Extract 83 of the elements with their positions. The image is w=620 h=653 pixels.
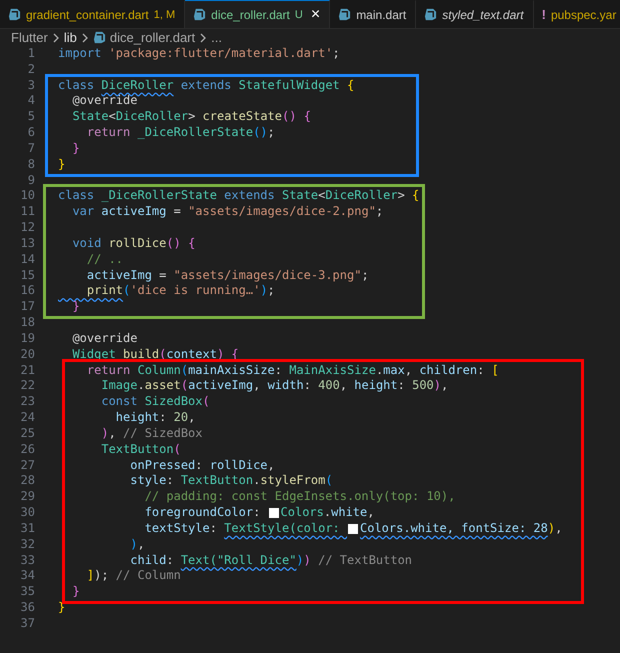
line-number: 3 [26, 78, 35, 94]
code-line: return _DiceRollerState(); [86, 125, 275, 141]
breadcrumb-item[interactable]: dice_roller.dart [110, 30, 196, 45]
line-number: 37 [20, 616, 35, 632]
code-line: onPressed: rollDice, [129, 458, 275, 474]
line-number: 32 [20, 536, 35, 552]
code-line: } [71, 584, 80, 600]
code-line: void rollDice() { [71, 236, 196, 252]
code-line: var activeImg = "assets/images/dice-2.png"; [71, 204, 384, 220]
code-line: } [71, 299, 80, 316]
line-number: 28 [20, 473, 35, 490]
line-number: 19 [20, 330, 35, 347]
code-line: Image.asset(activeImg, width: 400, height: 500), [100, 378, 448, 394]
code-line: const SizedBox( [100, 394, 210, 410]
code-line: return Column(mainAxisSize: MainAxisSize.max, children: [ [86, 362, 499, 378]
code-line: foregroundColor: Colors.white, [144, 505, 374, 521]
dart-file-icon [338, 8, 352, 21]
code-line: } [58, 156, 66, 173]
chevron-icon [199, 32, 208, 42]
breadcrumb-item[interactable]: Flutter [11, 30, 48, 45]
code-line: ]); // Column [86, 568, 181, 584]
code-line: @override [71, 330, 138, 347]
line-number: 22 [20, 378, 35, 394]
line-number: 17 [20, 299, 35, 316]
line-number: 2 [26, 62, 35, 78]
close-icon[interactable]: × [310, 6, 320, 24]
line-number: 1 [26, 46, 35, 62]
code-line: // .. [86, 252, 124, 268]
line-number: 27 [20, 458, 35, 474]
code-line: ), // SizedBox [100, 426, 203, 442]
code-line: activeImg = "assets/images/dice-3.png"; [86, 268, 369, 284]
line-number: 6 [26, 125, 35, 141]
code-line: @override [71, 93, 138, 110]
dart-file-icon [424, 8, 438, 21]
code-line: class _DiceRollerState extends State<DiceRoller> { [58, 188, 420, 204]
code-line: child: Text("Roll Dice")) // TextButton [129, 552, 412, 568]
line-number: 33 [20, 552, 35, 568]
line-number: 5 [26, 109, 35, 126]
line-number: 16 [20, 283, 35, 300]
dart-file-icon [8, 8, 21, 21]
dart-file-icon [92, 31, 106, 44]
line-number: 23 [20, 394, 35, 410]
code-line: } [71, 140, 80, 157]
code-line: textStyle: TextStyle(color: Colors.white, fontSize: 28), [144, 520, 562, 537]
code-line: print('dice is running…'); [86, 283, 275, 300]
line-number: 9 [26, 172, 35, 188]
line-number: 11 [20, 204, 35, 220]
chevron-icon [80, 32, 89, 42]
dart-file-icon [193, 8, 206, 21]
line-number: 21 [20, 362, 35, 378]
line-number: 13 [20, 236, 35, 252]
line-number: 35 [20, 584, 35, 600]
line-number: 20 [20, 346, 35, 363]
code-line: State<DiceRoller> createState() { [71, 109, 311, 126]
code-line: height: 20, [114, 410, 196, 426]
code-line: // padding: const EdgeInsets.only(top: 10), [144, 489, 456, 506]
line-number: 7 [26, 140, 35, 157]
code-line: class DiceRoller extends StatefulWidget { [58, 78, 354, 94]
line-number: 15 [20, 268, 35, 284]
line-number: 29 [20, 489, 35, 506]
line-number: 24 [20, 410, 35, 426]
code-line: style: TextButton.styleFrom( [129, 473, 333, 490]
chevron-icon [52, 32, 60, 42]
line-number: 18 [20, 315, 35, 331]
line-number: 36 [20, 600, 35, 616]
line-number: 26 [20, 442, 35, 458]
code-line: TextButton( [100, 442, 181, 458]
line-number: 4 [26, 93, 35, 110]
line-number: 8 [26, 156, 35, 173]
line-number: 30 [20, 505, 35, 521]
editor-tab[interactable]: dice_roller.dart U × [185, 0, 330, 28]
breadcrumb-item[interactable]: lib [64, 30, 77, 45]
line-number: 14 [20, 252, 35, 268]
code-line: import 'package:flutter/material.dart'; [58, 46, 340, 62]
code-line: } [58, 600, 66, 616]
line-number: 25 [20, 426, 35, 442]
breadcrumb-item[interactable]: ... [211, 30, 222, 45]
line-number: 12 [20, 220, 35, 236]
line-number: 34 [20, 568, 35, 584]
line-number: 10 [20, 188, 35, 204]
code-line: ), [129, 536, 145, 552]
line-number: 31 [20, 520, 35, 537]
exclamation-icon: ! [542, 7, 546, 22]
